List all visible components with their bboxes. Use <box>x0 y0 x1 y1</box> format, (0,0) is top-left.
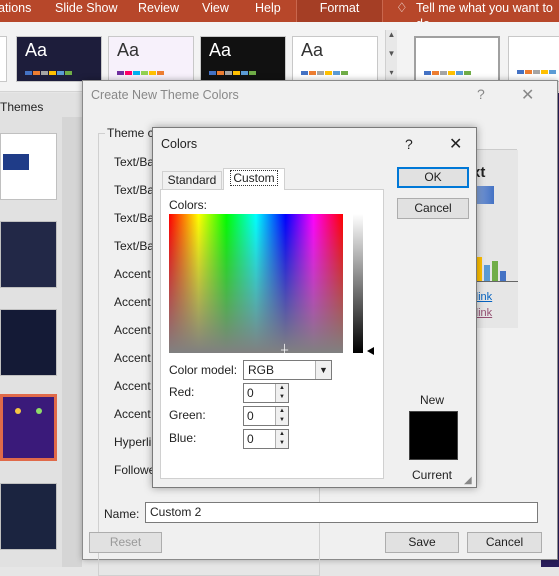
cancel-button[interactable]: Cancel <box>467 532 542 553</box>
green-label: Green: <box>169 408 206 422</box>
chevron-down-icon[interactable]: ▼ <box>315 361 331 379</box>
crosshair-icon: ┼ <box>281 345 289 356</box>
slide-thumb-3[interactable] <box>0 309 57 376</box>
color-model-label: Color model: <box>169 363 238 377</box>
lightbulb-icon: ♢ <box>396 0 408 15</box>
ribbon-tab-bar: ations Slide Show Review View Help Forma… <box>0 0 559 31</box>
name-label: Name: <box>104 507 140 521</box>
colors-dialog: Colors ? ✕ Standard Custom Colors: ┼ Col… <box>152 127 477 488</box>
theme-thumb-dark-blue[interactable]: Aa <box>16 36 102 82</box>
spin-arrows-icon[interactable]: ▲ ▼ <box>275 430 288 448</box>
tab-slide-show[interactable]: Slide Show <box>51 0 122 22</box>
new-color-label: New <box>420 393 445 407</box>
ok-button[interactable]: OK <box>397 167 469 188</box>
current-color-label: Current <box>412 468 453 482</box>
save-button[interactable]: Save <box>385 532 459 553</box>
slide-thumb-5[interactable] <box>0 483 57 550</box>
dot-decoration <box>15 408 21 414</box>
red-stepper[interactable]: 0 ▲ ▼ <box>243 383 289 403</box>
theme-thumb-partial[interactable] <box>0 36 7 82</box>
spin-arrows-icon[interactable]: ▲ ▼ <box>275 407 288 425</box>
color-model-select[interactable]: RGB ▼ <box>243 360 332 380</box>
slide-thumb-1[interactable] <box>0 133 57 200</box>
red-label: Red: <box>169 385 195 399</box>
tab-format[interactable]: Format <box>296 0 383 22</box>
more-icon[interactable]: ▾ <box>386 68 397 77</box>
resize-grip-icon[interactable]: ◢ <box>464 475 472 486</box>
variant-thumb[interactable] <box>508 36 559 82</box>
tab-help[interactable]: Help <box>251 0 285 22</box>
tab-standard[interactable]: Standard <box>162 171 222 190</box>
theme-thumb-black[interactable]: Aa <box>200 36 286 82</box>
help-button[interactable]: ? <box>477 86 485 102</box>
colors-help-button[interactable]: ? <box>405 136 413 152</box>
dot-decoration <box>36 408 42 414</box>
tab-animations[interactable]: ations <box>0 0 35 22</box>
green-stepper[interactable]: 0 ▲ ▼ <box>243 406 289 426</box>
luminance-arrow-icon[interactable] <box>367 347 374 355</box>
blue-label: Blue: <box>169 431 197 445</box>
luminance-slider[interactable] <box>353 214 363 353</box>
slide-panel-scroll[interactable] <box>62 117 82 567</box>
row-followed-hyperlink: Followe <box>114 463 156 477</box>
name-input[interactable]: Custom 2 <box>145 502 538 523</box>
colors-cancel-button[interactable]: Cancel <box>397 198 469 219</box>
color-spectrum[interactable] <box>169 214 343 353</box>
slide-thumb-4-selected[interactable] <box>0 394 57 461</box>
sample-chart <box>474 250 518 282</box>
colors-close-button[interactable]: ✕ <box>449 134 462 154</box>
slide-thumb-2[interactable] <box>0 221 57 288</box>
color-preview-swatch <box>409 411 458 460</box>
theme-thumb-light-purple[interactable]: Aa <box>108 36 194 82</box>
close-button[interactable]: ✕ <box>521 85 534 105</box>
chevron-down-icon[interactable]: ▼ <box>386 49 397 58</box>
chevron-up-icon[interactable]: ▲ <box>386 30 397 39</box>
tab-review[interactable]: Review <box>134 0 183 22</box>
tab-view[interactable]: View <box>198 0 233 22</box>
themes-label: Themes <box>0 100 44 114</box>
tab-custom[interactable]: Custom <box>223 168 285 190</box>
dialog-title: Create New Theme Colors <box>91 88 239 102</box>
reset-button[interactable]: Reset <box>89 532 162 553</box>
theme-thumb-white[interactable]: Aa <box>292 36 378 82</box>
logo-image <box>3 154 29 170</box>
variant-thumb-selected[interactable] <box>414 36 500 82</box>
colors-dialog-title: Colors <box>161 137 198 151</box>
spin-arrows-icon[interactable]: ▲ ▼ <box>275 384 288 402</box>
blue-stepper[interactable]: 0 ▲ ▼ <box>243 429 289 449</box>
tell-me-search[interactable]: Tell me what you want to do <box>412 0 559 31</box>
colors-label: Colors: <box>169 198 208 212</box>
